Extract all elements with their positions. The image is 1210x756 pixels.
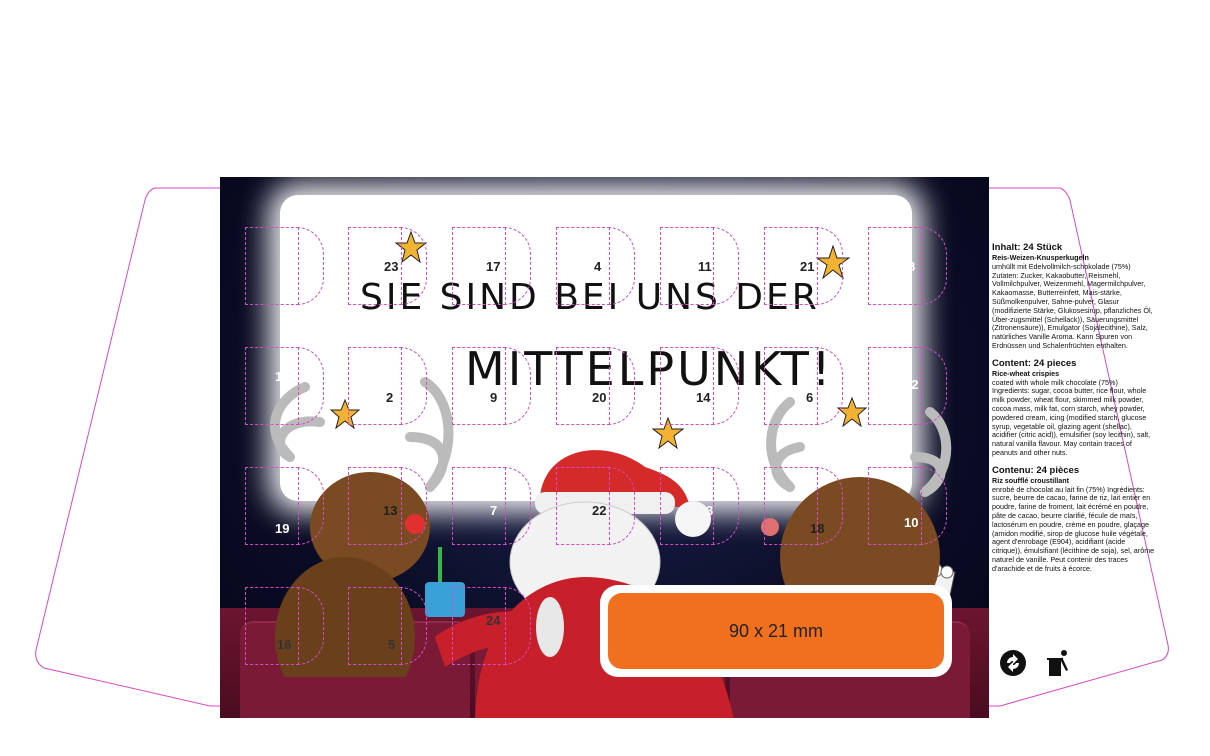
calendar-door[interactable]: 23 xyxy=(348,227,428,307)
calendar-door[interactable]: 22 xyxy=(556,467,636,547)
calendar-door[interactable]: 18 xyxy=(764,467,844,547)
door-number: 7 xyxy=(490,503,498,518)
door-number: 6 xyxy=(806,390,814,405)
calendar-artwork: SIE SIND BEI UNS DER MITTELPUNKT! 1 23 1… xyxy=(220,177,989,718)
door-number: 18 xyxy=(810,521,825,536)
calendar-door[interactable]: 24 xyxy=(452,587,532,667)
door-number: 22 xyxy=(592,503,607,518)
calendar-door[interactable]: 19 xyxy=(245,467,325,547)
calendar-door[interactable]: 7 xyxy=(452,467,532,547)
door-number: 10 xyxy=(904,515,919,530)
door-number: 4 xyxy=(594,259,602,274)
door-number: 15 xyxy=(275,369,290,384)
calendar-door[interactable]: 21 xyxy=(764,227,844,307)
door-number: 21 xyxy=(800,259,815,274)
calendar-door[interactable]: 17 xyxy=(452,227,532,307)
calendar-door[interactable]: 3 xyxy=(660,467,740,547)
info-fr: Contenu: 24 pièces Riz soufflé croustill… xyxy=(992,464,1157,574)
ingredients-panel: Inhalt: 24 Stück Reis-Weizen-Knusperkuge… xyxy=(992,241,1157,580)
calendar-door[interactable]: 6 xyxy=(764,347,844,427)
calendar-door[interactable]: 16 xyxy=(245,587,325,667)
calendar-door[interactable]: 20 xyxy=(556,347,636,427)
door-number: 13 xyxy=(383,503,398,518)
calendar-door[interactable]: 4 xyxy=(556,227,636,307)
door-number: 14 xyxy=(696,390,711,405)
door-number: 8 xyxy=(908,259,916,274)
calendar-door[interactable]: 14 xyxy=(660,347,740,427)
body-de: umhüllt mit Edelvollmilch-schokolade (75… xyxy=(992,261,1153,350)
body-fr: enrobé de chocolat au lait fin (75%) Ing… xyxy=(992,484,1155,573)
calendar-door[interactable]: 11 xyxy=(660,227,740,307)
calendar-door[interactable]: 2 xyxy=(348,347,428,427)
size-badge: 90 x 21 mm xyxy=(600,585,952,677)
info-en: Content: 24 pieces Rice-wheat crispies c… xyxy=(992,357,1157,458)
heading-fr: Contenu: 24 pièces xyxy=(992,464,1080,476)
calendar-door[interactable]: 12 xyxy=(868,347,948,427)
door-number: 23 xyxy=(384,259,399,274)
calendar-door[interactable]: 8 xyxy=(868,227,948,307)
body-en: coated with whole milk chocolate (75%) I… xyxy=(992,377,1151,457)
info-de: Inhalt: 24 Stück Reis-Weizen-Knusperkuge… xyxy=(992,241,1157,351)
gruener-punkt-icon xyxy=(1000,650,1026,676)
recycle-bin-icon xyxy=(1047,650,1068,676)
door-number: 11 xyxy=(698,259,712,274)
door-number: 19 xyxy=(275,521,290,536)
door-number: 24 xyxy=(486,613,501,628)
heading-en: Content: 24 pieces xyxy=(992,357,1077,369)
door-number: 9 xyxy=(490,390,498,405)
door-number: 3 xyxy=(706,503,714,518)
door-number: 17 xyxy=(486,259,501,274)
calendar-door[interactable]: 10 xyxy=(868,467,948,547)
calendar-door[interactable]: 9 xyxy=(452,347,532,427)
door-number: 16 xyxy=(277,637,292,652)
size-badge-label: 90 x 21 mm xyxy=(608,593,944,669)
door-number: 2 xyxy=(386,390,394,405)
door-number: 5 xyxy=(388,637,396,652)
calendar-door[interactable]: 13 xyxy=(348,467,428,547)
door-number: 1 xyxy=(279,259,287,274)
calendar-door[interactable]: 15 xyxy=(245,347,325,427)
door-number: 20 xyxy=(592,390,607,405)
calendar-door[interactable]: 1 xyxy=(245,227,325,307)
door-number: 12 xyxy=(904,377,919,392)
calendar-door[interactable]: 5 xyxy=(348,587,428,667)
